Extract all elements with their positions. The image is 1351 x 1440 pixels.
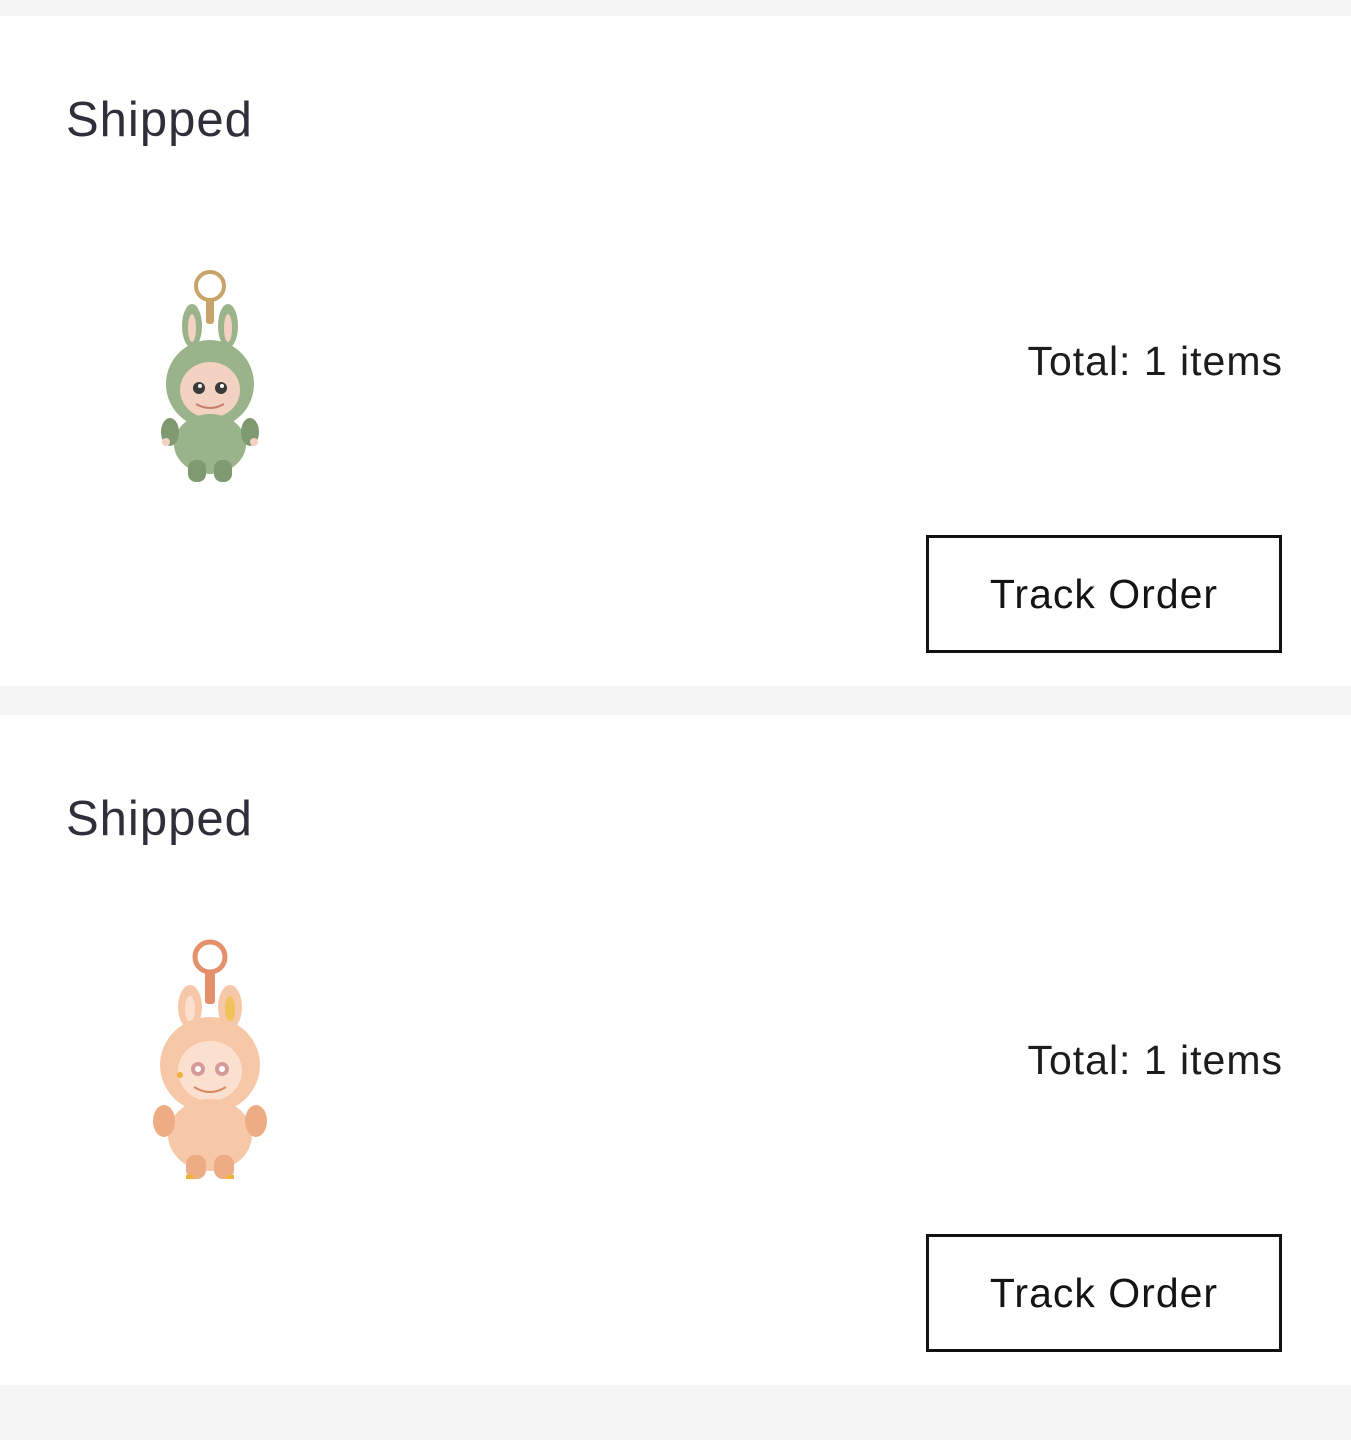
- order-status: Shipped: [66, 93, 253, 147]
- product-thumbnail[interactable]: [130, 925, 290, 1195]
- peach-bunny-plush-keychain-image: [153, 939, 267, 1179]
- order-list: Shipped Total: 1 items Track Order Shipp…: [0, 0, 1351, 1440]
- order-total-items: Total: 1 items: [1027, 1037, 1283, 1083]
- product-thumbnail[interactable]: [130, 244, 290, 504]
- green-bunny-plush-keychain-image: [161, 270, 259, 482]
- order-card[interactable]: Shipped Total: 1 items Track Order: [0, 715, 1351, 1385]
- order-total-items: Total: 1 items: [1027, 338, 1283, 384]
- order-card[interactable]: Shipped Total: 1 items Track Order: [0, 16, 1351, 686]
- order-status: Shipped: [66, 792, 253, 846]
- track-order-button[interactable]: Track Order: [926, 1234, 1282, 1352]
- track-order-button[interactable]: Track Order: [926, 535, 1282, 653]
